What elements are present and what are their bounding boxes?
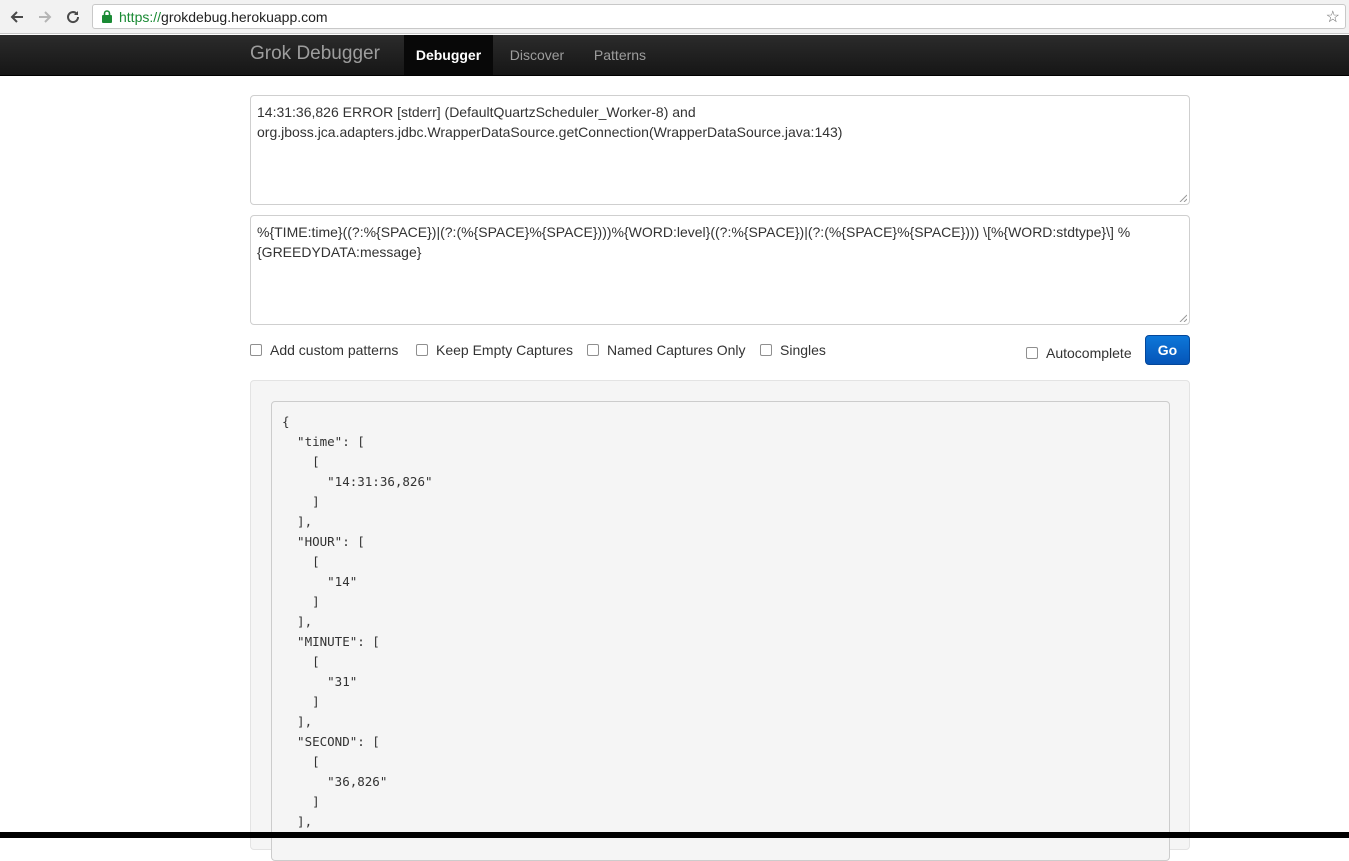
result-json-line: "14:31:36,826": [282, 474, 433, 489]
pattern-textarea[interactable]: %{TIME:time}((?:%{SPACE})|(?:(%{SPACE}%{…: [250, 215, 1190, 325]
singles-label: Singles: [780, 342, 826, 358]
reload-icon[interactable]: [61, 5, 85, 29]
result-json-line: "MINUTE": [: [282, 634, 380, 649]
result-json-line: [: [282, 654, 320, 669]
result-json-line: ]: [282, 694, 320, 709]
keep-empty-captures-option[interactable]: Keep Empty Captures: [416, 341, 573, 359]
result-panel: { "time": [ [ "14:31:36,826" ] ], "HOUR"…: [250, 380, 1190, 861]
input-line-2: org.jboss.jca.adapters.jdbc.WrapperDataS…: [257, 124, 843, 140]
result-json: { "time": [ [ "14:31:36,826" ] ], "HOUR"…: [271, 401, 1170, 861]
tab-debugger[interactable]: Debugger: [404, 35, 493, 75]
result-json-line: "14": [282, 574, 358, 589]
result-json-line: "31": [282, 674, 358, 689]
add-custom-patterns-checkbox[interactable]: [250, 344, 262, 356]
result-json-line: "time": [: [282, 434, 365, 449]
resize-handle-icon[interactable]: [1179, 194, 1187, 202]
result-json-line: ]: [282, 494, 320, 509]
add-custom-patterns-label: Add custom patterns: [270, 342, 399, 358]
autocomplete-label: Autocomplete: [1046, 345, 1132, 361]
result-json-line: "SECOND": [: [282, 734, 380, 749]
url-text: https://grokdebug.herokuapp.com: [119, 9, 328, 25]
result-json-line: ]: [282, 794, 320, 809]
result-json-line: [: [282, 454, 320, 469]
named-captures-only-option[interactable]: Named Captures Only: [587, 341, 746, 359]
add-custom-patterns-option[interactable]: Add custom patterns: [250, 341, 398, 359]
result-json-line: ],: [282, 814, 313, 829]
result-json-line: ],: [282, 714, 313, 729]
result-json-line: ]: [282, 594, 320, 609]
tab-discover[interactable]: Discover: [497, 35, 577, 75]
brand-logo[interactable]: Grok Debugger: [250, 43, 380, 65]
result-json-line: {: [282, 414, 290, 429]
named-captures-only-checkbox[interactable]: [587, 344, 599, 356]
resize-handle-icon[interactable]: [1179, 314, 1187, 322]
top-navbar: Grok Debugger Debugger Discover Patterns: [0, 35, 1349, 76]
result-json-line: ],: [282, 514, 313, 529]
singles-checkbox[interactable]: [760, 344, 772, 356]
result-json-line: ],: [282, 614, 313, 629]
singles-option[interactable]: Singles: [760, 341, 826, 359]
lock-icon: [102, 10, 112, 28]
keep-empty-captures-checkbox[interactable]: [416, 344, 428, 356]
address-bar[interactable]: https://grokdebug.herokuapp.com ☆: [92, 4, 1346, 29]
star-icon[interactable]: ☆: [1326, 7, 1340, 27]
named-captures-only-label: Named Captures Only: [607, 342, 746, 358]
autocomplete-checkbox[interactable]: [1026, 347, 1038, 359]
input-line-1: 14:31:36,826 ERROR [stderr] (DefaultQuar…: [257, 104, 696, 120]
result-json-line: [: [282, 754, 320, 769]
back-arrow-icon[interactable]: [5, 5, 29, 29]
pattern-line-2: {GREEDYDATA:message}: [257, 244, 422, 260]
result-json-line: "36,826": [282, 774, 388, 789]
input-textarea[interactable]: 14:31:36,826 ERROR [stderr] (DefaultQuar…: [250, 95, 1190, 205]
result-json-line: "HOUR": [: [282, 534, 365, 549]
forward-arrow-icon[interactable]: [33, 5, 57, 29]
go-button[interactable]: Go: [1145, 335, 1190, 365]
pattern-line-1: %{TIME:time}((?:%{SPACE})|(?:(%{SPACE}%{…: [257, 224, 1131, 240]
tab-patterns[interactable]: Patterns: [582, 35, 658, 75]
result-json-line: [: [282, 554, 320, 569]
keep-empty-captures-label: Keep Empty Captures: [436, 342, 573, 358]
browser-toolbar: https://grokdebug.herokuapp.com ☆: [0, 0, 1349, 34]
autocomplete-option[interactable]: Autocomplete: [1026, 344, 1132, 362]
window-bottom-edge: [0, 832, 1349, 838]
